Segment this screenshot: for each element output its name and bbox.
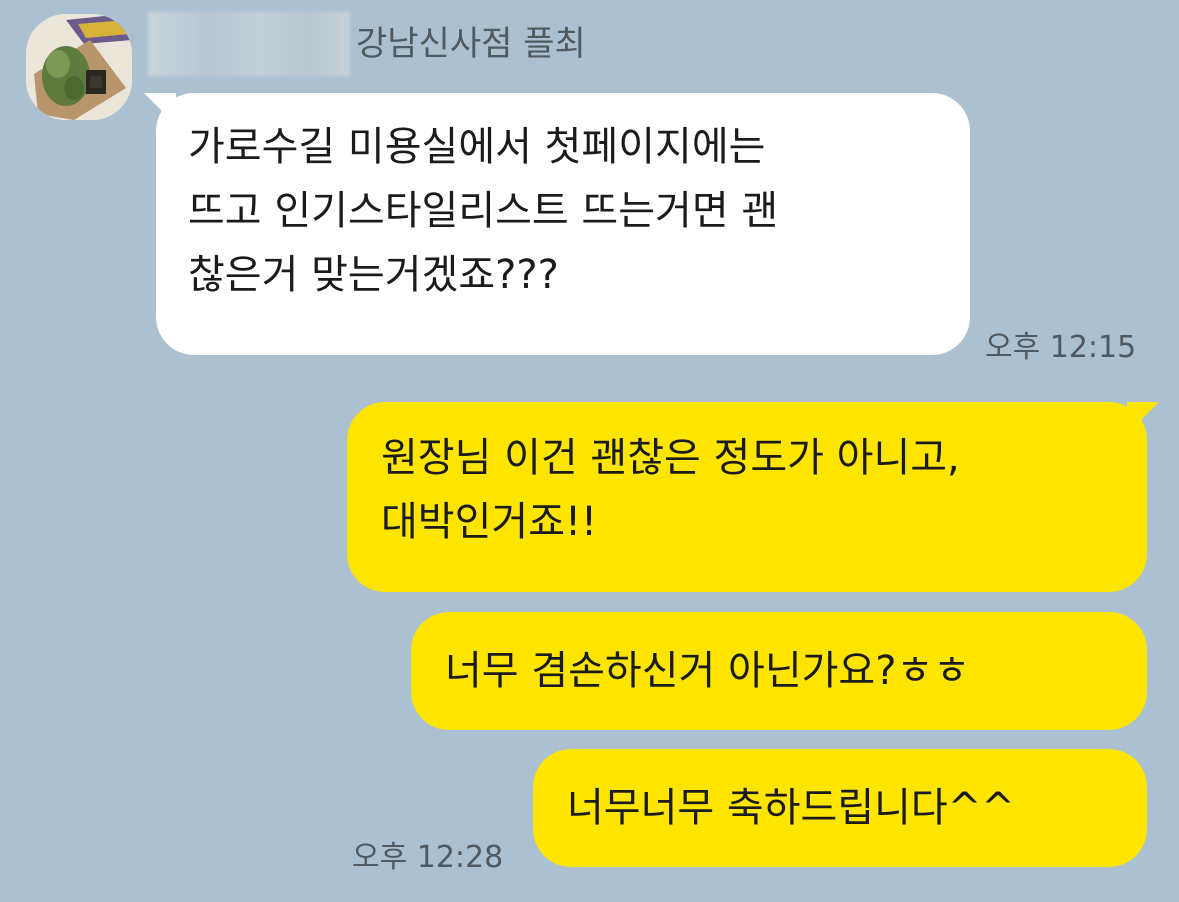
sender-avatar[interactable] — [26, 14, 132, 120]
message-line: 가로수길 미용실에서 첫페이지에는 — [188, 124, 766, 170]
sent-message-bubble[interactable]: 너무너무 축하드립니다^^ — [533, 749, 1147, 867]
sender-name[interactable]: 강남신사점 플최 — [356, 22, 586, 66]
avatar-photo-icon — [26, 14, 132, 120]
sent-message-bubble[interactable]: 너무 겸손하신거 아닌가요?ㅎㅎ — [411, 612, 1147, 730]
sender-name-blurred — [148, 12, 350, 76]
received-message-time: 오후 12:15 — [985, 330, 1137, 365]
message-line: 대박인거죠!! — [381, 499, 598, 545]
message-line: 찮은거 맞는거겠죠??? — [188, 252, 559, 298]
received-message-bubble[interactable]: 가로수길 미용실에서 첫페이지에는 뜨고 인기스타일리스트 뜨는거면 괜 찮은거… — [144, 93, 970, 355]
sent-message-bubble[interactable]: 원장님 이건 괜찮은 정도가 아니고, 대박인거죠!! — [347, 402, 1159, 592]
message-line: 원장님 이건 괜찮은 정도가 아니고, — [381, 435, 960, 481]
message-line: 너무너무 축하드립니다^^ — [567, 785, 1015, 831]
message-line: 뜨고 인기스타일리스트 뜨는거면 괜 — [188, 188, 779, 234]
sent-message-time: 오후 12:28 — [352, 840, 504, 875]
message-line: 너무 겸손하신거 아닌가요?ㅎㅎ — [445, 648, 971, 694]
